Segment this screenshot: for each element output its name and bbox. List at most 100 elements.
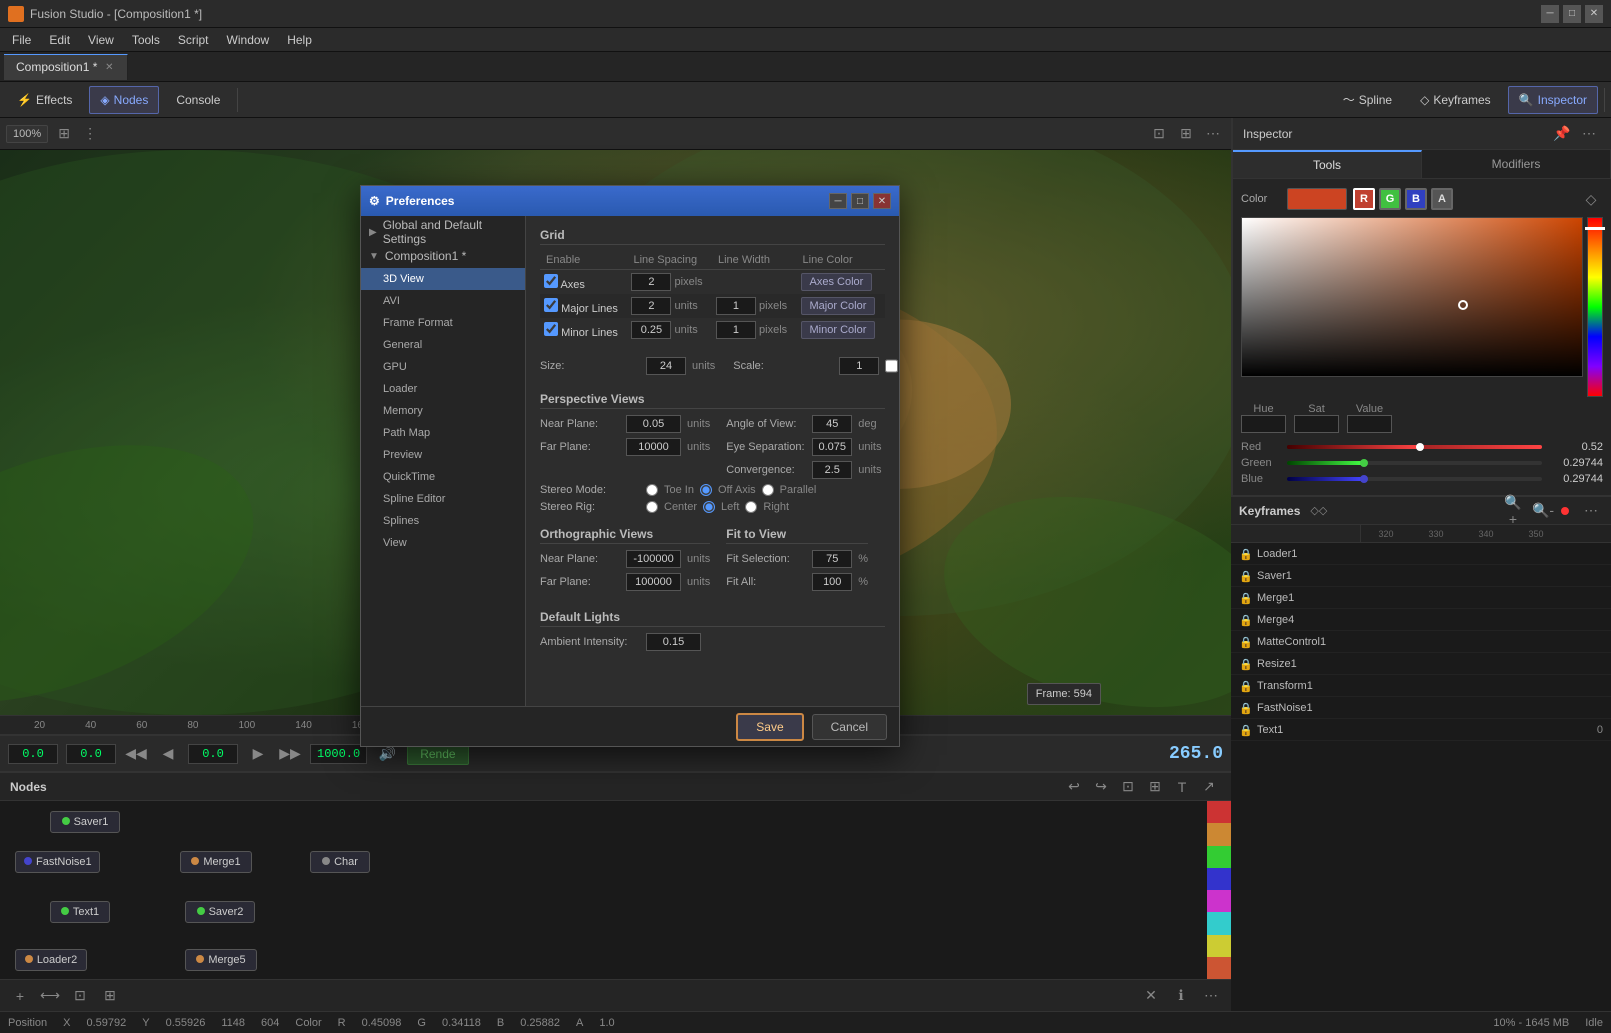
dialog-overlay: ⚙ Preferences ─ □ ✕ ▶ Global and Default… — [0, 0, 1611, 975]
nav-item-loader[interactable]: Loader — [361, 378, 525, 400]
stereo-offaxis-radio[interactable] — [700, 484, 712, 496]
antialias-checkbox[interactable] — [885, 359, 898, 373]
minor-width-input[interactable] — [716, 321, 756, 339]
major-color-btn[interactable]: Major Color — [801, 297, 876, 315]
axes-spacing-input[interactable] — [631, 273, 671, 291]
grid-table: Enable Line Spacing Line Width Line Colo… — [540, 251, 885, 342]
node-more-btn[interactable]: ⋯ — [1199, 984, 1223, 1008]
x-value: 0.59792 — [86, 1017, 126, 1029]
orth-far-input[interactable] — [626, 573, 681, 591]
fit-sel-unit: % — [858, 553, 868, 565]
add-node-btn[interactable]: + — [8, 984, 32, 1008]
orth-title: Orthographic Views — [540, 527, 710, 544]
angle-input[interactable] — [812, 415, 852, 433]
angle-of-view-row: Angle of View: deg — [726, 415, 881, 433]
size-input[interactable] — [646, 357, 686, 375]
dialog-close-btn[interactable]: ✕ — [873, 193, 891, 209]
major-checkbox[interactable] — [544, 298, 558, 312]
fit-nodes-btn[interactable]: ⊞ — [98, 984, 122, 1008]
cancel-button[interactable]: Cancel — [812, 714, 887, 740]
stereo-toein-radio[interactable] — [646, 484, 658, 496]
nav-pathmap-label: Path Map — [383, 427, 430, 439]
perspective-left-col: Near Plane: units Far Plane: units — [540, 415, 710, 484]
orthographic-section: Orthographic Views Near Plane: units Far… — [540, 527, 885, 596]
axes-enable-cell: Axes — [540, 270, 627, 295]
nav-item-quicktime[interactable]: QuickTime — [361, 466, 525, 488]
far-plane-input[interactable] — [626, 438, 681, 456]
major-spacing-input[interactable] — [631, 297, 671, 315]
stereorig-right-label: Right — [763, 501, 789, 513]
near-plane-input[interactable] — [626, 415, 681, 433]
nav-item-avi[interactable]: AVI — [361, 290, 525, 312]
nav-item-pathmap[interactable]: Path Map — [361, 422, 525, 444]
fit-all-input[interactable] — [812, 573, 852, 591]
nav-global-settings[interactable]: ▶ Global and Default Settings — [361, 220, 525, 244]
minor-checkbox[interactable] — [544, 322, 558, 336]
size-scale-row: Size: units Scale: Grid Antialiasing — [540, 354, 885, 378]
dialog-title-bar[interactable]: ⚙ Preferences ─ □ ✕ — [361, 186, 899, 216]
nav-gpu-label: GPU — [383, 361, 407, 373]
axes-spacing-unit: pixels — [675, 276, 703, 288]
color-label-status: Color — [295, 1017, 321, 1029]
stereorig-center-radio[interactable] — [646, 501, 658, 513]
stereo-parallel-radio[interactable] — [762, 484, 774, 496]
stereorig-right-radio[interactable] — [745, 501, 757, 513]
minor-lines-label: Minor Lines — [561, 327, 618, 339]
nav-item-memory[interactable]: Memory — [361, 400, 525, 422]
nav-arrow: ▶ — [369, 227, 377, 238]
eye-sep-input[interactable] — [812, 438, 852, 456]
delete-btn[interactable]: ✕ — [1139, 984, 1163, 1008]
b-value: 0.25882 — [520, 1017, 560, 1029]
minor-spacing-cell: units — [627, 318, 712, 342]
stereorig-left-label: Left — [721, 501, 739, 513]
ambient-input[interactable] — [646, 633, 701, 651]
axes-checkbox[interactable] — [544, 274, 558, 288]
connect-btn[interactable]: ⟷ — [38, 984, 62, 1008]
dialog-maximize-btn[interactable]: □ — [851, 193, 869, 209]
nav-item-general[interactable]: General — [361, 334, 525, 356]
preferences-dialog: ⚙ Preferences ─ □ ✕ ▶ Global and Default… — [360, 185, 900, 747]
stereo-rig-row: Stereo Rig: Center Left Right — [540, 501, 885, 513]
dialog-minimize-btn[interactable]: ─ — [829, 193, 847, 209]
nav-item-splines[interactable]: Splines — [361, 510, 525, 532]
minor-color-btn[interactable]: Minor Color — [801, 321, 876, 339]
axes-color-btn[interactable]: Axes Color — [801, 273, 873, 291]
stereo-offaxis-label: Off Axis — [718, 484, 756, 496]
axes-color-cell: Axes Color — [797, 270, 885, 295]
nav-composition1[interactable]: ▼ Composition1 * — [361, 244, 525, 268]
nav-item-gpu[interactable]: GPU — [361, 356, 525, 378]
fit-sel-input[interactable] — [812, 550, 852, 568]
minor-spacing-input[interactable] — [631, 321, 671, 339]
grid-row-majorlines: Major Lines units pixels — [540, 294, 885, 318]
stereo-mode-label: Stereo Mode: — [540, 484, 640, 496]
stereorig-left-radio[interactable] — [703, 501, 715, 513]
orth-far-unit: units — [687, 576, 710, 588]
major-width-input[interactable] — [716, 297, 756, 315]
save-button[interactable]: Save — [736, 713, 803, 741]
node-info-btn[interactable]: ℹ — [1169, 984, 1193, 1008]
dialog-controls: ─ □ ✕ — [829, 193, 891, 209]
orth-near-input[interactable] — [626, 550, 681, 568]
conv-input[interactable] — [812, 461, 852, 479]
col-linespacing: Line Spacing — [627, 251, 712, 270]
dialog-content: Grid Enable Line Spacing Line Width Line… — [526, 216, 899, 706]
g-label: G — [417, 1017, 426, 1029]
nav-item-splineeditor[interactable]: Spline Editor — [361, 488, 525, 510]
r-label: R — [338, 1017, 346, 1029]
nav-item-frameformat[interactable]: Frame Format — [361, 312, 525, 334]
scale-input[interactable] — [839, 357, 879, 375]
eye-sep-row: Eye Separation: units — [726, 438, 881, 456]
nav-item-preview[interactable]: Preview — [361, 444, 525, 466]
layout-btn[interactable]: ⊡ — [68, 984, 92, 1008]
major-color-cell: Major Color — [797, 294, 885, 318]
perspective-right-col: Angle of View: deg Eye Separation: units… — [726, 415, 881, 484]
stereorig-center-label: Center — [664, 501, 697, 513]
y-label: Y — [142, 1017, 149, 1029]
nav-item-view[interactable]: View — [361, 532, 525, 554]
orth-left-col: Orthographic Views Near Plane: units Far… — [540, 527, 710, 596]
nav-item-3dview[interactable]: 3D View — [361, 268, 525, 290]
perspective-two-col: Near Plane: units Far Plane: units — [540, 415, 885, 484]
nav-arrow: ▼ — [369, 251, 379, 262]
minor-spacing-unit: units — [675, 324, 698, 336]
nav-splineeditor-label: Spline Editor — [383, 493, 445, 505]
